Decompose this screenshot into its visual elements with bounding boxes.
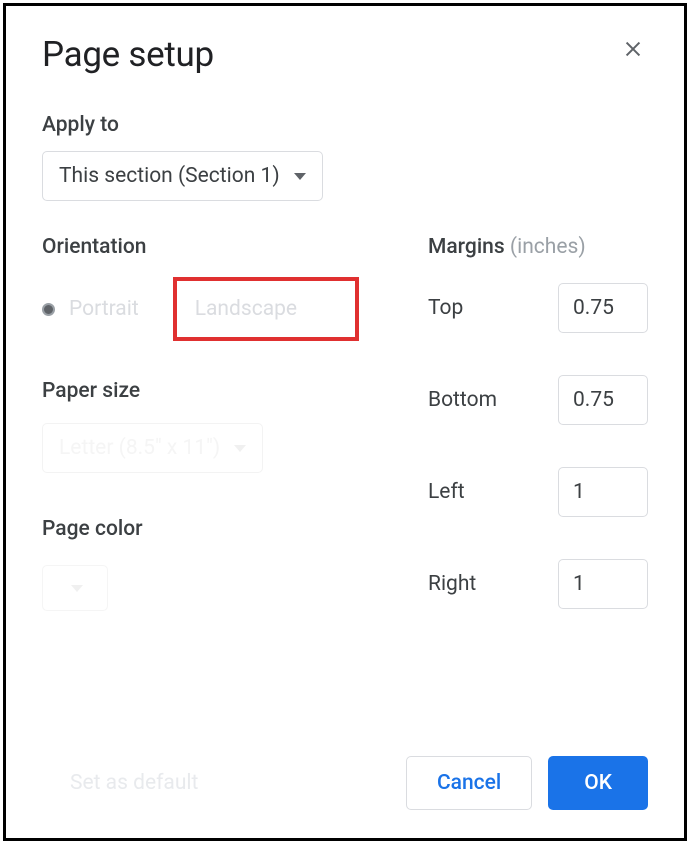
landscape-label: Landscape [195, 297, 297, 321]
page-setup-dialog: Page setup Apply to This section (Sectio… [3, 3, 687, 841]
margin-left-label: Left [428, 480, 465, 504]
caret-down-icon [71, 585, 83, 592]
caret-down-icon [234, 445, 246, 452]
paper-size-dropdown[interactable]: Letter (8.5" x 11") [42, 423, 263, 473]
margins-text: Margins [428, 235, 505, 259]
margins-label: Margins (inches) [428, 235, 648, 259]
margin-bottom-row: Bottom [428, 375, 648, 425]
margin-right-label: Right [428, 572, 476, 596]
margin-top-row: Top [428, 283, 648, 333]
margin-bottom-label: Bottom [428, 388, 497, 412]
portrait-option[interactable]: Portrait [42, 297, 139, 321]
ok-button[interactable]: OK [548, 756, 648, 810]
margin-left-input[interactable] [558, 467, 648, 517]
dialog-header: Page setup [42, 34, 648, 75]
close-button[interactable] [618, 34, 648, 64]
margin-right-input[interactable] [558, 559, 648, 609]
cancel-button[interactable]: Cancel [406, 756, 532, 810]
right-column: Margins (inches) Top Bottom Left Right [428, 235, 648, 651]
orientation-section: Orientation Portrait Landscape [42, 235, 398, 341]
main-content: Orientation Portrait Landscape Paper siz… [42, 235, 648, 651]
dialog-title: Page setup [42, 34, 214, 75]
radio-icon [42, 303, 55, 316]
margin-left-row: Left [428, 467, 648, 517]
landscape-highlight-box: Landscape [173, 277, 359, 341]
paper-size-label: Paper size [42, 379, 398, 403]
margin-top-label: Top [428, 296, 463, 320]
orientation-label: Orientation [42, 235, 398, 259]
orientation-options: Portrait Landscape [42, 277, 398, 341]
caret-down-icon [294, 173, 306, 180]
apply-to-dropdown[interactable]: This section (Section 1) [42, 151, 323, 201]
close-icon [622, 38, 644, 60]
page-color-section: Page color [42, 517, 398, 611]
page-color-label: Page color [42, 517, 398, 541]
dialog-footer: Set as default Cancel OK [42, 736, 648, 810]
apply-to-label: Apply to [42, 113, 648, 137]
margin-bottom-input[interactable] [558, 375, 648, 425]
page-color-dropdown[interactable] [42, 565, 108, 611]
portrait-label: Portrait [69, 297, 139, 321]
margin-top-input[interactable] [558, 283, 648, 333]
margin-right-row: Right [428, 559, 648, 609]
apply-to-selected: This section (Section 1) [59, 164, 280, 188]
set-default-button[interactable]: Set as default [42, 771, 198, 795]
landscape-option[interactable]: Landscape [195, 297, 331, 321]
paper-size-section: Paper size Letter (8.5" x 11") [42, 379, 398, 473]
left-column: Orientation Portrait Landscape Paper siz… [42, 235, 398, 651]
margins-unit: (inches) [510, 235, 586, 259]
apply-to-section: Apply to This section (Section 1) [42, 113, 648, 201]
footer-buttons: Cancel OK [406, 756, 648, 810]
paper-size-selected: Letter (8.5" x 11") [59, 436, 220, 460]
